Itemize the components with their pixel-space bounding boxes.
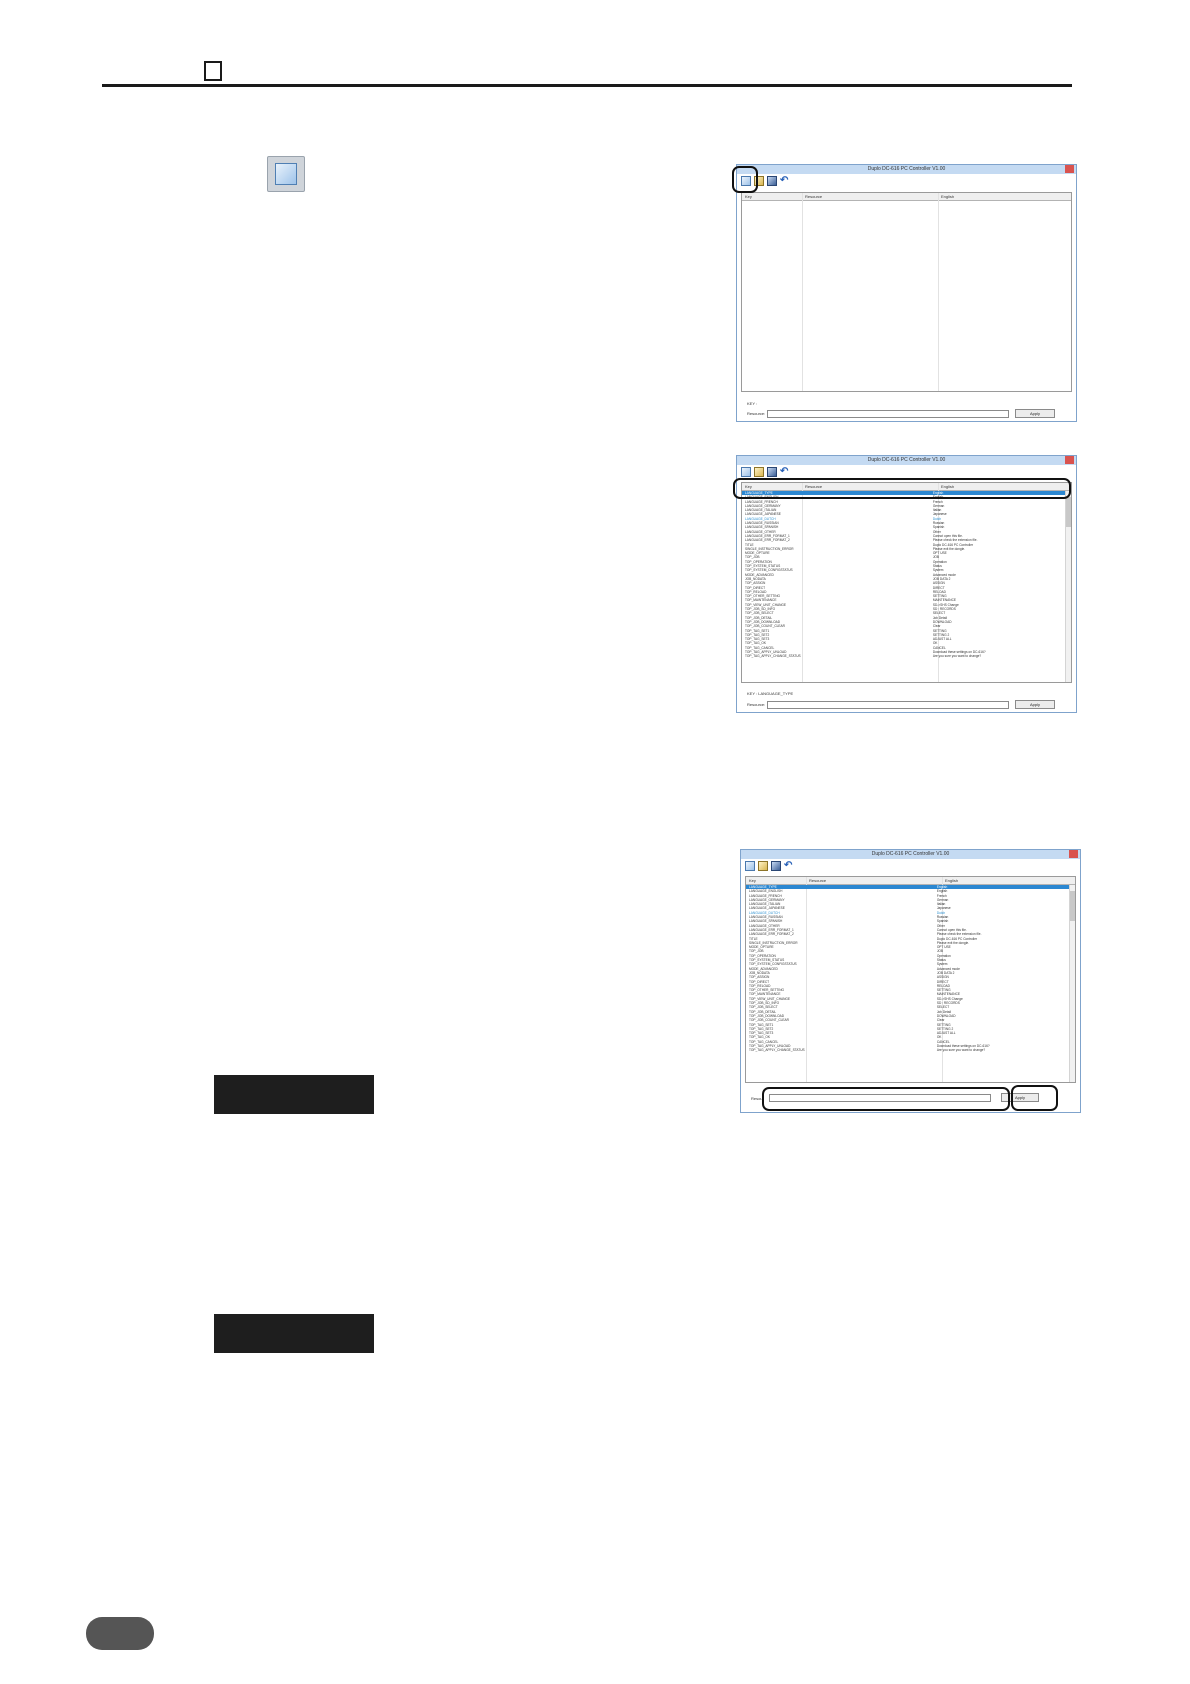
save-icon[interactable] xyxy=(771,861,781,871)
resource-input[interactable] xyxy=(767,410,1009,418)
open-folder-icon[interactable] xyxy=(754,467,764,477)
new-file-icon xyxy=(267,156,305,192)
highlight-resource-input xyxy=(762,1087,1010,1111)
close-icon[interactable] xyxy=(1065,456,1074,464)
page-number-tab xyxy=(86,1617,154,1650)
col-resource[interactable]: Resource xyxy=(805,193,822,200)
apply-button[interactable]: Apply xyxy=(1015,700,1055,709)
key-label: KEY : LANGUAGE_TYPE xyxy=(747,691,794,696)
undo-icon[interactable]: ↶ xyxy=(780,467,790,477)
col-english[interactable]: English xyxy=(941,193,954,200)
grid-scrollbar[interactable] xyxy=(1065,491,1071,682)
highlight-apply-button xyxy=(1011,1085,1058,1111)
close-icon[interactable] xyxy=(1069,850,1078,858)
grid-header: Key Resource English xyxy=(742,193,1071,201)
table-row[interactable]: TOP_TAG_APPLY_CHANGE_STATUS Are you sure … xyxy=(746,1048,1075,1052)
new-file-icon[interactable] xyxy=(745,861,755,871)
resource-grid[interactable]: Key Resource English xyxy=(741,192,1072,392)
resource-grid[interactable]: Key Resource English LANGUAGE_TYPE Englis… xyxy=(741,482,1072,683)
resource-input[interactable] xyxy=(767,701,1009,709)
grid-scrollbar[interactable] xyxy=(1069,885,1075,1082)
close-icon[interactable] xyxy=(1065,165,1074,173)
resource-label: Resource: xyxy=(747,702,766,707)
row-key: TOP_TAG_APPLY_CHANGE_STATUS xyxy=(749,1048,805,1053)
header-rule xyxy=(102,84,1072,87)
row-english: Are you sure you want to change? xyxy=(932,654,982,659)
col-english[interactable]: English xyxy=(945,877,958,884)
note-label xyxy=(214,1075,374,1114)
apply-button[interactable]: Apply xyxy=(1015,409,1055,418)
undo-icon[interactable]: ↶ xyxy=(780,176,790,186)
row-key: TOP_TAG_APPLY_CHANGE_STATUS xyxy=(745,654,801,659)
save-icon[interactable] xyxy=(767,176,777,186)
editor-window-edit: Duplo DC-616 PC Controller V1.00 ↶ Key R… xyxy=(740,849,1081,1113)
window-title: Duplo DC-616 PC Controller V1.00 xyxy=(741,850,1080,859)
undo-icon[interactable]: ↶ xyxy=(784,861,794,871)
grid-header: Key Resource English xyxy=(746,877,1075,885)
save-icon[interactable] xyxy=(767,467,777,477)
key-label: KEY : xyxy=(747,401,758,406)
toolbar: ↶ xyxy=(745,861,794,873)
editor-window-empty: Duplo DC-616 PC Controller V1.00 ↶ Key R… xyxy=(736,164,1077,422)
table-row[interactable]: TOP_TAG_APPLY_CHANGE_STATUS Are you sure … xyxy=(742,654,1071,658)
section-checkbox xyxy=(204,61,222,81)
grid-rows: LANGUAGE_TYPE English LANGUAGE_ENGLISH Engl… xyxy=(742,491,1071,659)
col-key[interactable]: Key xyxy=(745,193,752,200)
resource-label: Resource: xyxy=(747,411,766,416)
window-title: Duplo DC-616 PC Controller V1.00 xyxy=(737,165,1076,174)
highlight-new-button xyxy=(732,166,758,193)
resource-grid[interactable]: Key Resource English LANGUAGE_TYPE Englis… xyxy=(745,876,1076,1083)
grid-rows: LANGUAGE_TYPE English LANGUAGE_ENGLISH Engl… xyxy=(746,885,1075,1053)
note-label xyxy=(214,1314,374,1353)
window-title: Duplo DC-616 PC Controller V1.00 xyxy=(737,456,1076,465)
open-folder-icon[interactable] xyxy=(758,861,768,871)
highlight-selected-row xyxy=(733,478,1071,499)
col-key[interactable]: Key xyxy=(749,877,756,884)
col-resource[interactable]: Resource xyxy=(809,877,826,884)
new-file-icon[interactable] xyxy=(741,467,751,477)
row-english: Are you sure you want to change? xyxy=(936,1048,986,1053)
